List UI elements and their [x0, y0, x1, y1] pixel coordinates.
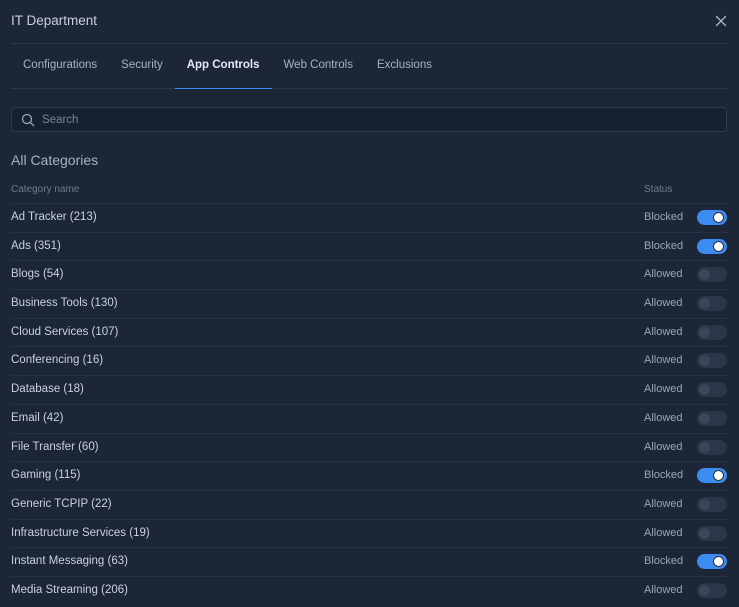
close-icon: [715, 15, 727, 27]
tab-exclusions[interactable]: Exclusions: [365, 44, 444, 88]
block-toggle[interactable]: [697, 324, 727, 340]
category-row: Infrastructure Services (19) Allowed: [11, 518, 728, 548]
category-name: Database (18): [11, 383, 84, 396]
category-row: Gaming (115) Blocked: [11, 461, 728, 490]
toggle-knob: [699, 527, 710, 539]
toggle-knob: [699, 298, 710, 310]
category-row: Email (42) Allowed: [11, 403, 728, 433]
category-row: File Transfer (60) Allowed: [11, 432, 728, 462]
category-name: Conferencing (16): [11, 354, 104, 367]
category-status: Blocked: [644, 239, 684, 252]
category-row: Ad Tracker (213) Blocked: [11, 203, 728, 232]
search-icon: [21, 113, 35, 127]
category-name: Ad Tracker (213): [11, 211, 97, 223]
toggle-knob: [699, 584, 710, 596]
category-name: Business Tools (130): [11, 297, 118, 310]
category-list: Ad Tracker (213) Blocked Ads (351) Blocked B…: [0, 203, 739, 605]
category-status: Allowed: [644, 583, 683, 596]
category-name: Media Streaming (206): [11, 583, 128, 596]
category-row: Blogs (54) Allowed: [11, 260, 728, 289]
category-status: Blocked: [644, 211, 684, 223]
category-status: Allowed: [644, 411, 683, 424]
category-status: Allowed: [644, 354, 683, 367]
tab-configurations[interactable]: Configurations: [11, 44, 109, 88]
block-toggle[interactable]: [697, 296, 727, 312]
category-name: Ads (351): [11, 239, 61, 252]
block-toggle[interactable]: [697, 525, 727, 541]
category-row: Generic TCPIP (22) Allowed: [11, 489, 728, 519]
category-row: Business Tools (130) Allowed: [11, 289, 728, 318]
toggle-knob: [699, 269, 710, 281]
block-toggle[interactable]: [697, 267, 727, 283]
category-row: Instant Messaging (63) Blocked: [11, 547, 728, 576]
category-status: Allowed: [644, 297, 683, 310]
toggle-knob: [699, 355, 710, 367]
search-box: [11, 107, 727, 132]
it-department-dialog: IT Department Configurations Security Ap…: [0, 0, 739, 607]
block-toggle[interactable]: [697, 554, 727, 570]
block-toggle[interactable]: [697, 353, 727, 369]
category-name: File Transfer (60): [11, 440, 99, 453]
toggle-knob: [713, 556, 724, 568]
category-name: Email (42): [11, 411, 64, 424]
block-toggle[interactable]: [697, 468, 727, 484]
category-name: Infrastructure Services (19): [11, 526, 150, 539]
block-toggle[interactable]: [697, 382, 727, 398]
category-name: Generic TCPIP (22): [11, 497, 112, 510]
category-row: Conferencing (16) Allowed: [11, 346, 728, 375]
toggle-knob: [699, 441, 710, 453]
category-status: Allowed: [644, 440, 683, 453]
search-input[interactable]: [42, 108, 720, 131]
section-title: All Categories: [11, 152, 99, 168]
category-name: Gaming (115): [11, 469, 81, 482]
close-button[interactable]: [713, 13, 729, 29]
column-header-status: Status: [644, 184, 673, 195]
category-status: Blocked: [644, 469, 684, 482]
toggle-knob: [713, 470, 724, 482]
toggle-knob: [699, 326, 710, 338]
toggle-knob: [713, 240, 724, 252]
tab-bar: Configurations Security App Controls Web…: [11, 44, 728, 89]
toggle-knob: [699, 412, 710, 424]
block-toggle[interactable]: [697, 439, 727, 455]
tab-app-controls[interactable]: App Controls: [174, 44, 272, 89]
tab-web-controls[interactable]: Web Controls: [272, 44, 365, 88]
category-status: Allowed: [644, 497, 683, 510]
toggle-knob: [699, 384, 710, 396]
category-status: Allowed: [644, 325, 683, 338]
tab-security[interactable]: Security: [109, 44, 175, 88]
dialog-header: IT Department: [0, 0, 739, 43]
category-name: Instant Messaging (63): [11, 555, 128, 568]
category-status: Allowed: [644, 383, 683, 396]
block-toggle[interactable]: [697, 582, 727, 598]
category-name: Cloud Services (107): [11, 325, 119, 338]
block-toggle[interactable]: [697, 210, 727, 225]
column-header-category-name: Category name: [11, 184, 80, 195]
category-row: Cloud Services (107) Allowed: [11, 317, 728, 347]
toggle-knob: [713, 212, 724, 223]
dialog-title: IT Department: [11, 13, 98, 28]
toggle-knob: [699, 498, 710, 510]
category-name: Blogs (54): [11, 268, 64, 281]
category-row: Ads (351) Blocked: [11, 231, 728, 261]
block-toggle[interactable]: [697, 496, 727, 512]
category-status: Allowed: [644, 526, 683, 539]
category-row: Database (18) Allowed: [11, 375, 728, 404]
category-row: Media Streaming (206) Allowed: [11, 575, 728, 605]
category-status: Blocked: [644, 555, 684, 568]
block-toggle[interactable]: [697, 238, 727, 254]
category-status: Allowed: [644, 268, 683, 281]
block-toggle[interactable]: [697, 410, 727, 426]
